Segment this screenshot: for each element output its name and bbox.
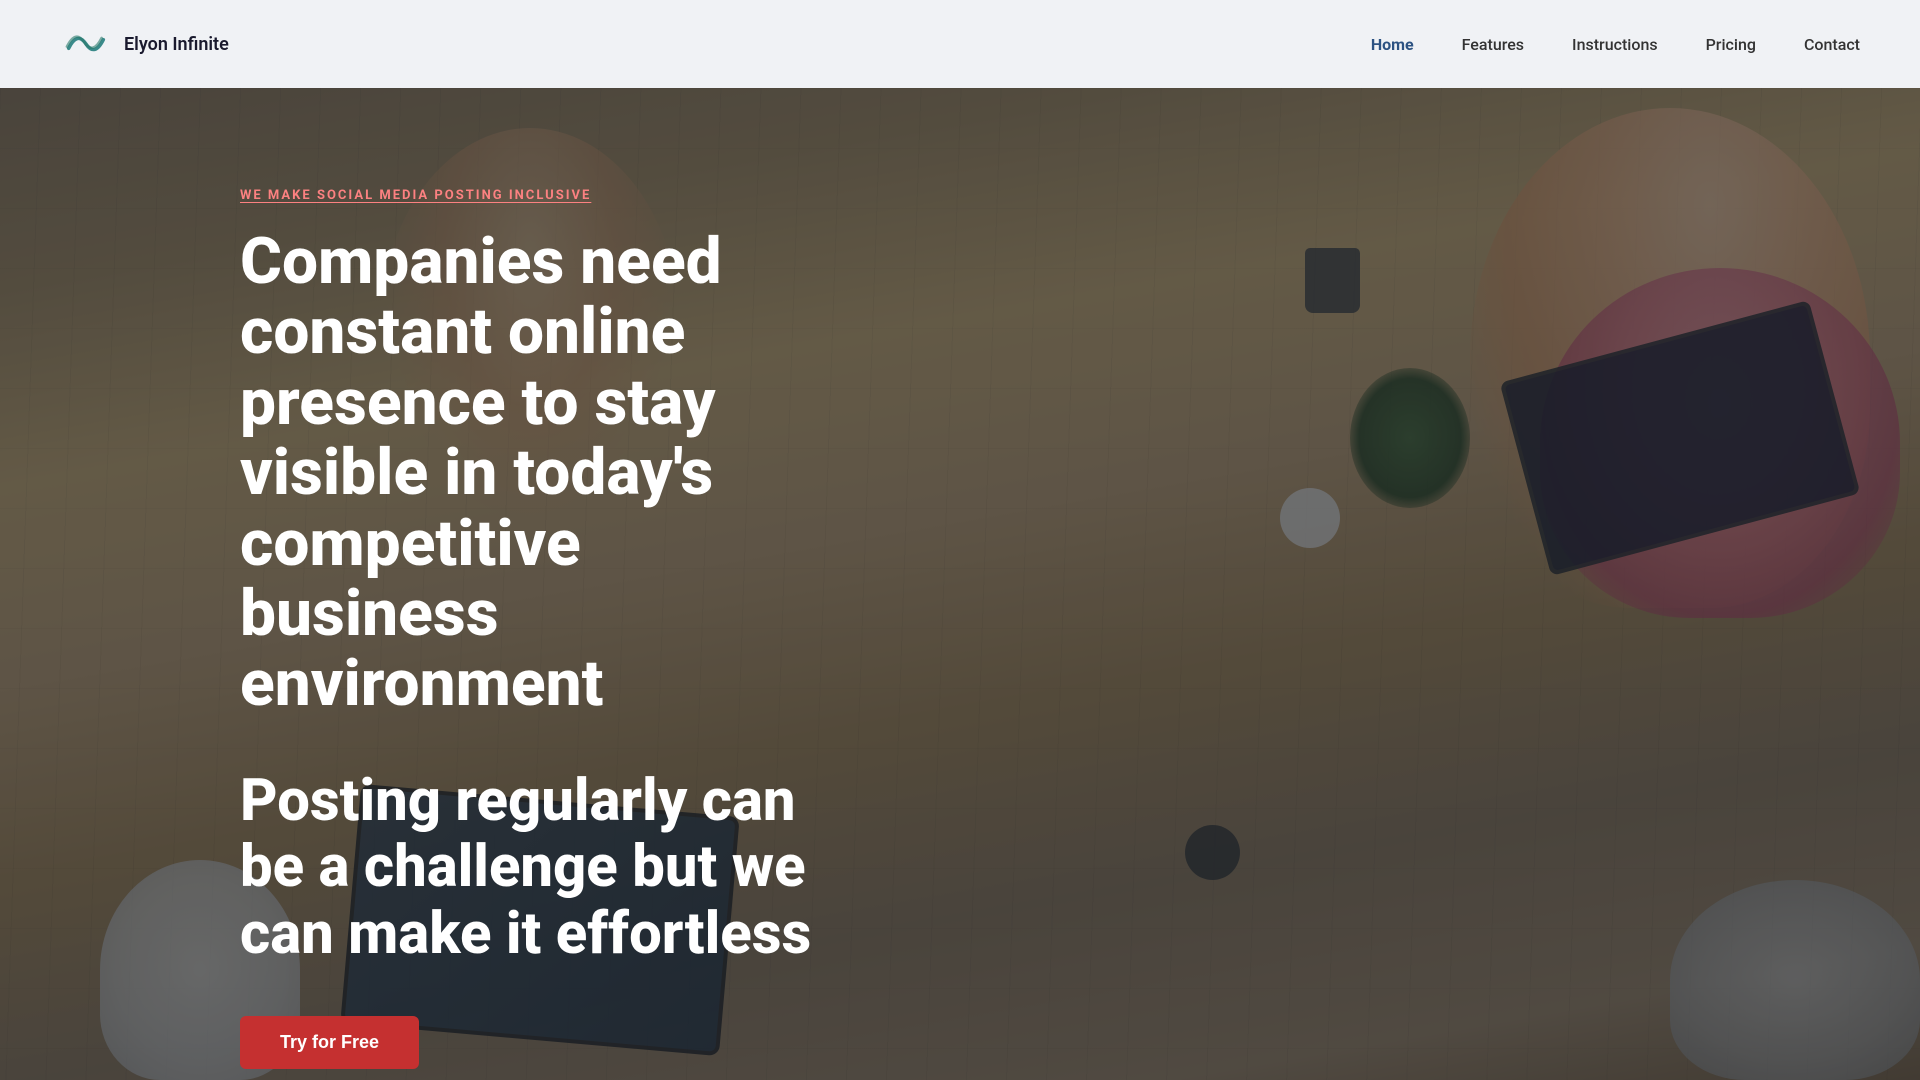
hero-tagline: WE MAKE SOCIAL MEDIA POSTING INCLUSIVE [240,188,1920,203]
nav-link-instructions[interactable]: Instructions [1572,35,1658,54]
hero-headline: Companies need constant online presence … [240,227,800,720]
nav-item-features[interactable]: Features [1462,35,1524,54]
nav-item-contact[interactable]: Contact [1804,35,1860,54]
nav-link-contact[interactable]: Contact [1804,35,1860,54]
hero-section: WE MAKE SOCIAL MEDIA POSTING INCLUSIVE C… [0,0,1920,1080]
hero-content: WE MAKE SOCIAL MEDIA POSTING INCLUSIVE C… [0,88,1920,1080]
try-free-button[interactable]: Try for Free [240,1016,419,1069]
nav-item-home[interactable]: Home [1371,35,1414,54]
nav-link-pricing[interactable]: Pricing [1706,35,1756,54]
nav-link-home[interactable]: Home [1371,35,1414,54]
nav-links: Home Features Instructions Pricing Conta… [1371,35,1860,54]
nav-item-instructions[interactable]: Instructions [1572,35,1658,54]
nav-link-features[interactable]: Features [1462,35,1524,54]
nav-item-pricing[interactable]: Pricing [1706,35,1756,54]
logo-area: Elyon Infinite [60,18,229,70]
logo-text: Elyon Infinite [124,34,229,55]
logo-icon [60,18,112,70]
hero-subtext: Posting regularly can be a challenge but… [240,768,840,968]
navbar: Elyon Infinite Home Features Instruction… [0,0,1920,88]
